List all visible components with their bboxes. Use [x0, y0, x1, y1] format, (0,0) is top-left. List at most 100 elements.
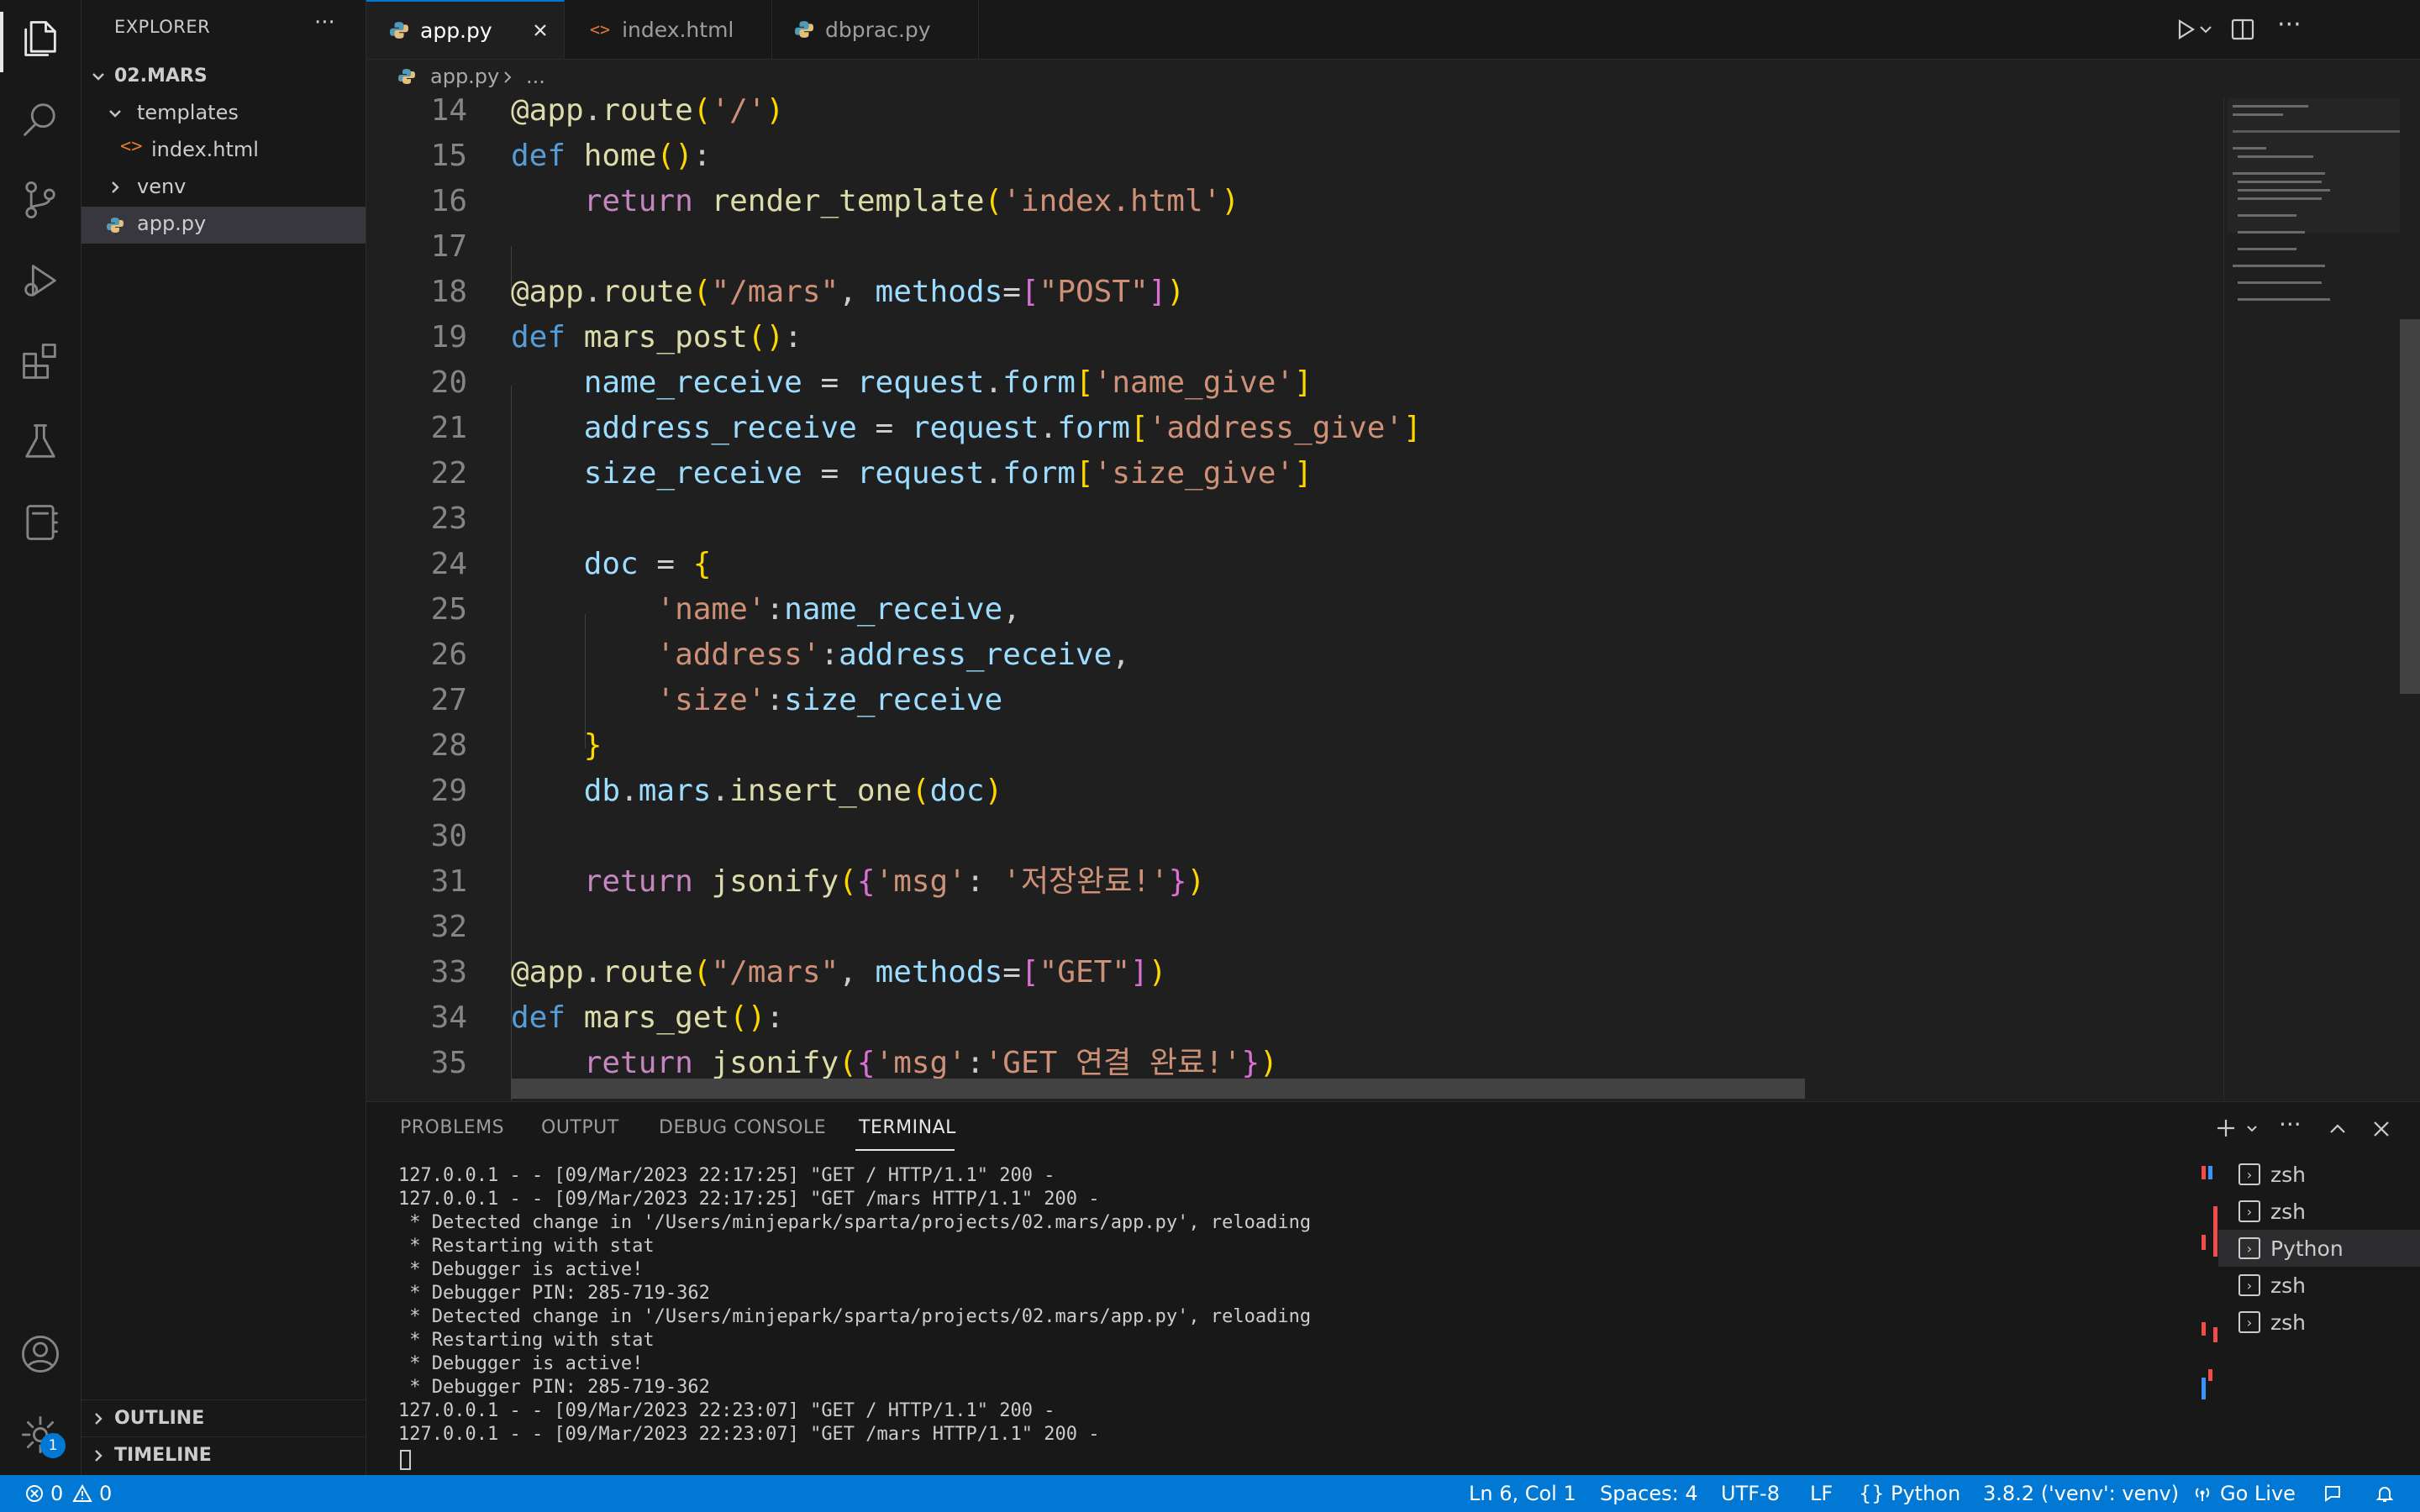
terminal-cursor[interactable] [400, 1450, 411, 1470]
tab-index-html[interactable]: <> index.html [565, 0, 772, 59]
notebook-icon[interactable] [15, 497, 66, 548]
workspace-root[interactable]: 02.MARS [114, 66, 208, 87]
chevron-right-icon [504, 71, 512, 83]
chevron-right-icon[interactable] [89, 1410, 108, 1428]
code-line: 17 [366, 224, 2223, 270]
tree-item-venv[interactable]: venv [137, 175, 186, 198]
tab-debug-console[interactable]: DEBUG CONSOLE [659, 1117, 826, 1138]
go-live-button[interactable]: Go Live [2220, 1475, 2296, 1512]
terminal-item-zsh[interactable]: › zsh [2218, 1193, 2420, 1230]
tree-item-index-html[interactable]: index.html [151, 138, 259, 161]
code-line: 16 return render_template('index.html') [366, 179, 2223, 224]
breadcrumb-file[interactable]: app.py [430, 65, 499, 88]
terminal-decoration [2202, 1378, 2206, 1399]
line-number: 25 [430, 592, 467, 627]
terminal-item-zsh[interactable]: › zsh [2218, 1304, 2420, 1341]
vertical-scrollbar-thumb[interactable] [2400, 319, 2420, 694]
timeline-section[interactable]: TIMELINE [114, 1445, 212, 1466]
code-line: 30 [366, 814, 2223, 859]
python-interpreter[interactable]: 3.8.2 ('venv': venv) [1983, 1475, 2179, 1512]
tab-output[interactable]: OUTPUT [541, 1117, 619, 1138]
minimap-slider[interactable] [2228, 98, 2401, 233]
active-indicator [0, 12, 3, 72]
minimap-line [2233, 113, 2283, 116]
python-file-icon [795, 21, 813, 38]
run-debug-icon[interactable] [15, 255, 66, 306]
new-terminal-icon[interactable] [2215, 1117, 2237, 1139]
bell-icon[interactable] [2375, 1483, 2395, 1504]
testing-icon[interactable] [15, 417, 66, 467]
terminal-line: * Restarting with stat [398, 1236, 655, 1257]
outline-section[interactable]: OUTLINE [114, 1408, 204, 1429]
tab-dbprac-py[interactable]: dbprac.py [771, 0, 979, 59]
maximize-panel-icon[interactable] [2328, 1119, 2348, 1139]
end-of-line[interactable]: LF [1810, 1475, 1833, 1512]
tree-item-app-py-row[interactable] [82, 207, 366, 244]
minimap[interactable] [2223, 97, 2401, 1100]
terminal-label: zsh [2270, 1273, 2306, 1298]
account-icon[interactable] [15, 1329, 66, 1379]
explorer-icon[interactable] [15, 13, 66, 64]
terminal-item-zsh[interactable]: › zsh [2218, 1156, 2420, 1193]
extensions-icon[interactable] [15, 336, 66, 386]
code-line: 14 @app.route('/') [366, 97, 2223, 134]
error-count[interactable]: 0 [50, 1475, 63, 1512]
terminal-decoration [2202, 1322, 2206, 1336]
close-panel-icon[interactable] [2371, 1119, 2391, 1139]
cursor-position[interactable]: Ln 6, Col 1 [1469, 1475, 1576, 1512]
line-number: 32 [430, 910, 467, 944]
terminal-line: 127.0.0.1 - - [09/Mar/2023 22:23:07] "GE… [398, 1424, 1100, 1445]
line-number: 16 [430, 184, 467, 218]
line-number: 33 [430, 955, 467, 990]
chevron-right-icon[interactable] [106, 178, 124, 197]
search-icon[interactable] [15, 94, 66, 144]
split-editor-icon[interactable] [2230, 17, 2255, 42]
line-number: 22 [430, 456, 467, 491]
terminal-line: * Restarting with stat [398, 1330, 655, 1351]
terminal-line: * Debugger PIN: 285-719-362 [398, 1283, 710, 1304]
more-actions-icon[interactable]: ··· [2279, 1110, 2302, 1138]
terminal-decoration [2213, 1206, 2217, 1257]
terminal-line: 127.0.0.1 - - [09/Mar/2023 22:17:25] "GE… [398, 1165, 1055, 1186]
indentation[interactable]: Spaces: 4 [1600, 1475, 1698, 1512]
encoding[interactable]: UTF-8 [1721, 1475, 1780, 1512]
explorer-title: EXPLORER [114, 17, 211, 37]
breadcrumb-symbol[interactable]: ... [526, 65, 545, 88]
tree-item-app-py[interactable]: app.py [137, 212, 206, 235]
tab-terminal[interactable]: TERMINAL [859, 1117, 956, 1138]
code-line: 21 address_receive = request.form['addre… [366, 406, 2223, 451]
warning-count[interactable]: 0 [99, 1475, 112, 1512]
minimap-line [2233, 105, 2308, 108]
minimap-line [2238, 181, 2322, 183]
warning-icon[interactable] [72, 1484, 92, 1503]
tab-app-py[interactable]: app.py [366, 0, 565, 59]
tree-item-templates[interactable]: templates [137, 101, 239, 124]
language-mode[interactable]: Python [1891, 1475, 1960, 1512]
run-icon[interactable] [2175, 18, 2196, 40]
chevron-down-icon[interactable] [2198, 22, 2213, 37]
terminal-line: * Debugger is active! [398, 1353, 644, 1374]
chevron-down-icon[interactable] [2245, 1122, 2259, 1136]
terminal-item-python[interactable]: › Python [2218, 1230, 2420, 1267]
feedback-icon[interactable] [2323, 1483, 2343, 1504]
chevron-right-icon[interactable] [89, 1446, 108, 1465]
activity-bar [0, 0, 82, 1475]
line-number: 30 [430, 819, 467, 853]
minimap-line [2238, 281, 2322, 284]
terminal-item-zsh[interactable]: › zsh [2218, 1267, 2420, 1304]
error-icon[interactable] [25, 1484, 44, 1503]
source-control-icon[interactable] [15, 175, 66, 225]
chevron-down-icon[interactable] [106, 104, 124, 123]
chevron-down-icon[interactable] [89, 67, 108, 86]
horizontal-scrollbar-thumb[interactable] [511, 1079, 1805, 1099]
terminal-label: Python [2270, 1236, 2344, 1261]
more-actions-icon[interactable]: ··· [2277, 10, 2302, 39]
explorer-more-button[interactable]: ··· [314, 10, 335, 35]
close-icon[interactable] [532, 22, 549, 39]
code-line: 34 def mars_get(): [366, 995, 2223, 1041]
line-number: 28 [430, 728, 467, 763]
code-editor[interactable]: 14 @app.route('/') 15 def home(): 16 retur… [366, 97, 2223, 1100]
minimap-line [2238, 155, 2313, 158]
terminal-icon: › [2238, 1163, 2260, 1185]
tab-problems[interactable]: PROBLEMS [400, 1117, 504, 1138]
